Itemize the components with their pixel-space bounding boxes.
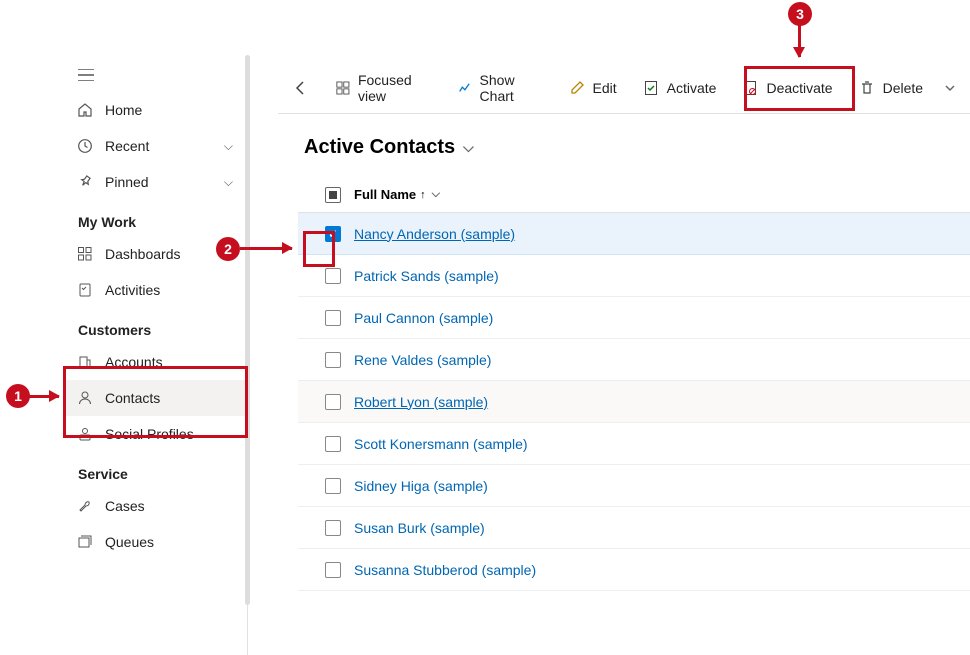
table-row[interactable]: Susan Burk (sample) [298,507,970,549]
contact-link[interactable]: Susanna Stubberod (sample) [354,562,536,578]
person-icon [77,390,93,406]
column-header-fullname[interactable]: Full Name ↑ ⌵ [354,187,440,202]
callout-badge-2: 2 [216,237,240,261]
table-row[interactable]: Rene Valdes (sample) [298,339,970,381]
contact-link[interactable]: Nancy Anderson (sample) [354,226,515,242]
toolbar-label: Delete [883,80,923,96]
clipboard-icon [77,282,93,298]
nav-label: Queues [105,534,233,550]
contact-link[interactable]: Patrick Sands (sample) [354,268,499,284]
table-row[interactable]: Paul Cannon (sample) [298,297,970,339]
sidebar-item-activities[interactable]: Activities [63,272,247,308]
table-row[interactable]: Susanna Stubberod (sample) [298,549,970,591]
contact-link[interactable]: Scott Konersmann (sample) [354,436,528,452]
home-icon [77,102,93,118]
nav-label: Cases [105,498,233,514]
toolbar-label: Focused view [358,72,432,104]
toolbar: Focused view Show Chart Edit Activate De… [278,62,970,114]
contact-link[interactable]: Sidney Higa (sample) [354,478,488,494]
clock-icon [77,138,93,154]
delete-button[interactable]: Delete [849,73,933,103]
callout-arrow-3 [798,24,801,57]
row-checkbox[interactable] [325,268,341,284]
activate-button[interactable]: Activate [633,73,727,103]
sidebar-scrollbar[interactable] [245,55,250,605]
toolbar-overflow[interactable] [939,73,960,103]
queue-icon [77,534,93,550]
profile-icon [77,426,93,442]
sidebar-item-home[interactable]: Home [63,92,247,128]
grid-rows: Nancy Anderson (sample) Patrick Sands (sa… [298,213,970,591]
row-checkbox[interactable] [325,520,341,536]
sort-ascending-icon: ↑ [420,189,426,201]
wrench-icon [77,498,93,514]
dashboard-icon [77,246,93,262]
toolbar-label: Show Chart [480,72,543,104]
content: Active Contacts ⌵ Full Name ↑ ⌵ Nancy An… [278,118,970,605]
column-label: Full Name [354,187,416,202]
table-row[interactable]: Sidney Higa (sample) [298,465,970,507]
section-header-customers: Customers [63,308,247,344]
row-checkbox[interactable] [325,394,341,410]
sidebar-item-recent[interactable]: Recent ⌵ [63,128,247,164]
edit-button[interactable]: Edit [559,73,627,103]
chevron-down-icon: ⌵ [224,175,233,190]
table-row[interactable]: Scott Konersmann (sample) [298,423,970,465]
view-selector[interactable]: Active Contacts ⌵ [298,136,970,159]
callout-badge-1: 1 [6,384,30,408]
table-row[interactable]: Patrick Sands (sample) [298,255,970,297]
sidebar-item-pinned[interactable]: Pinned ⌵ [63,164,247,200]
chevron-down-icon: ⌵ [224,139,233,154]
deactivate-button[interactable]: Deactivate [732,73,842,103]
section-header-mywork: My Work [63,200,247,236]
sidebar-item-accounts[interactable]: Accounts [63,344,247,380]
sidebar-item-contacts[interactable]: Contacts [63,380,247,416]
nav-label: Accounts [105,354,233,370]
grid-header: Full Name ↑ ⌵ [298,177,970,213]
hamburger-menu[interactable] [63,55,247,92]
row-checkbox[interactable] [325,478,341,494]
nav-label: Social Profiles [105,426,233,442]
sidebar: Home Recent ⌵ Pinned ⌵ My Work Dashboard… [63,55,248,655]
toolbar-label: Edit [593,80,617,96]
nav-label: Home [105,102,233,118]
row-checkbox[interactable] [325,226,341,242]
select-all-checkbox[interactable] [325,187,341,203]
sidebar-item-cases[interactable]: Cases [63,488,247,524]
building-icon [77,354,93,370]
row-checkbox[interactable] [325,562,341,578]
nav-label: Contacts [105,390,233,406]
sidebar-item-queues[interactable]: Queues [63,524,247,560]
contact-link[interactable]: Rene Valdes (sample) [354,352,491,368]
table-row[interactable]: Nancy Anderson (sample) [298,213,970,255]
callout-arrow-1 [29,395,59,398]
contact-link[interactable]: Robert Lyon (sample) [354,394,488,410]
section-header-service: Service [63,452,247,488]
row-checkbox[interactable] [325,310,341,326]
callout-arrow-2 [240,247,292,250]
contact-link[interactable]: Susan Burk (sample) [354,520,485,536]
contact-link[interactable]: Paul Cannon (sample) [354,310,493,326]
toolbar-label: Activate [667,80,717,96]
chevron-down-icon: ⌵ [432,188,440,201]
back-button[interactable] [288,73,314,103]
show-chart-button[interactable]: Show Chart [448,73,553,103]
chevron-down-icon: ⌵ [463,139,474,156]
view-title-text: Active Contacts [304,136,455,159]
row-checkbox[interactable] [325,352,341,368]
nav-label: Activities [105,282,233,298]
focused-view-button[interactable]: Focused view [326,73,442,103]
toolbar-label: Deactivate [766,80,832,96]
table-row[interactable]: Robert Lyon (sample) [298,381,970,423]
callout-badge-3: 3 [788,2,812,26]
nav-label: Recent [105,138,224,154]
nav-label: Dashboards [105,246,233,262]
pin-icon [77,174,93,190]
sidebar-item-socialprofiles[interactable]: Social Profiles [63,416,247,452]
row-checkbox[interactable] [325,436,341,452]
nav-label: Pinned [105,174,224,190]
